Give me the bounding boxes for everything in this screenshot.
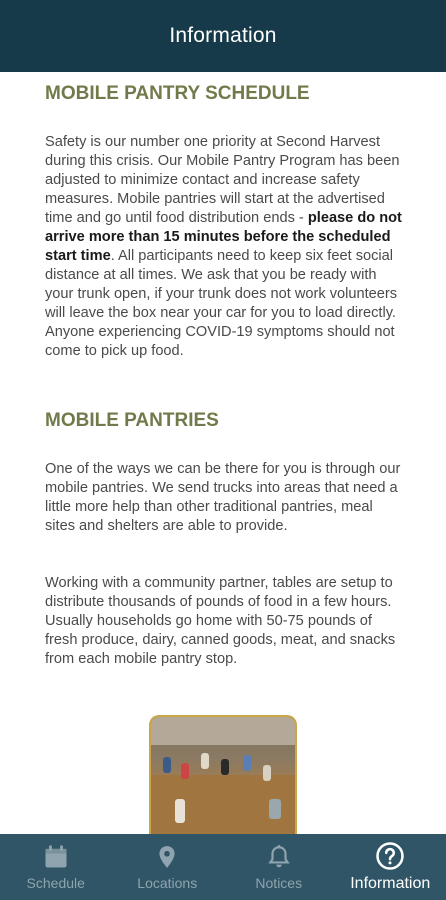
photo-person xyxy=(175,799,185,823)
photo-cart xyxy=(269,799,281,819)
photo-person xyxy=(263,765,271,781)
app-bar: Information xyxy=(0,0,446,72)
photo-person xyxy=(201,753,209,769)
nav-item-notices[interactable]: Notices xyxy=(223,834,335,900)
calendar-icon xyxy=(45,845,67,868)
bell-icon xyxy=(268,845,290,868)
photo-person xyxy=(221,759,229,775)
nav-label-notices: Notices xyxy=(255,875,303,891)
nav-item-schedule[interactable]: Schedule xyxy=(0,834,112,900)
page-title: Information xyxy=(169,24,277,47)
nav-item-locations[interactable]: Locations xyxy=(112,834,224,900)
nav-label-locations: Locations xyxy=(137,875,198,891)
mobile-pantry-photo xyxy=(149,715,297,834)
question-circle-icon xyxy=(376,842,404,870)
nav-item-information[interactable]: Information xyxy=(335,834,446,900)
photo-person xyxy=(163,757,171,773)
location-pin-icon xyxy=(159,846,175,868)
schedule-text-b: . All participants need to keep six feet… xyxy=(45,248,398,359)
nav-label-information: Information xyxy=(350,875,431,892)
photo-person xyxy=(243,755,251,771)
info-content[interactable]: MOBILE PANTRY SCHEDULE Safety is our num… xyxy=(0,72,446,834)
photo-wall xyxy=(151,717,295,745)
bottom-navigation: Schedule Locations Notices Information xyxy=(0,834,446,900)
section-heading-schedule: MOBILE PANTRY SCHEDULE xyxy=(45,83,310,104)
photo-person xyxy=(181,763,189,779)
nav-label-schedule: Schedule xyxy=(26,875,85,891)
mobile-pantries-paragraph-1: One of the ways we can be there for you … xyxy=(45,461,401,534)
mobile-pantries-paragraph-2: Working with a community partner, tables… xyxy=(45,575,396,667)
section-heading-mobile-pantries: MOBILE PANTRIES xyxy=(45,410,219,431)
schedule-paragraph: Safety is our number one priority at Sec… xyxy=(45,133,405,361)
